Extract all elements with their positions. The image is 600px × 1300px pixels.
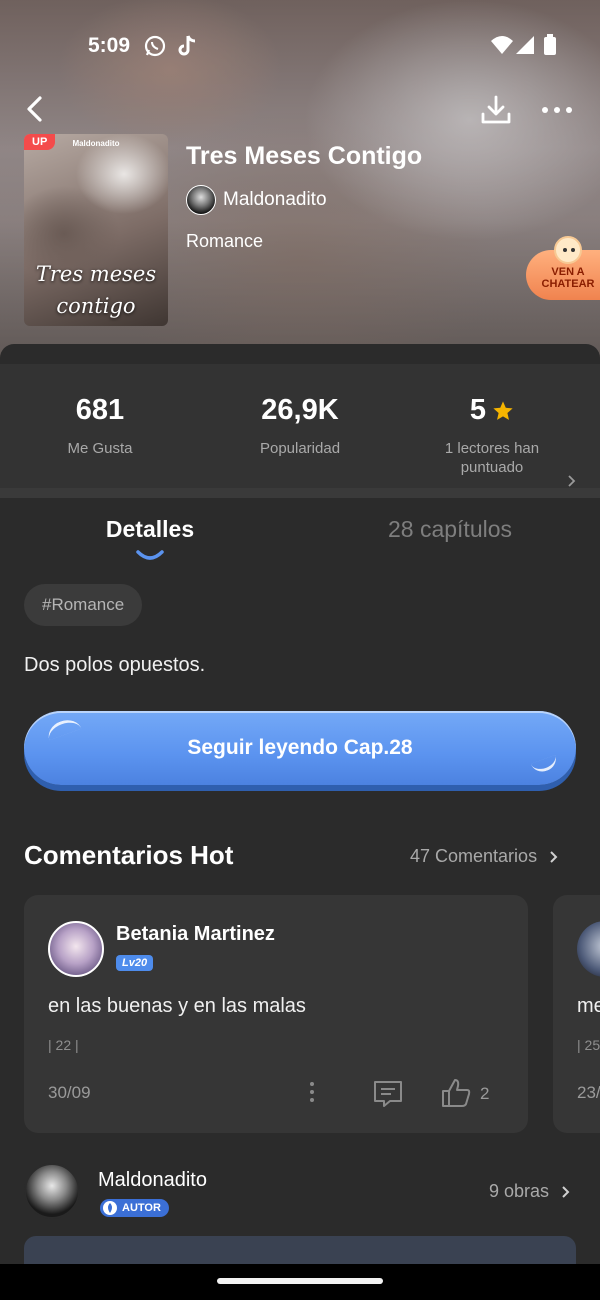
button-gloss <box>530 754 560 776</box>
tab-details[interactable]: Detalles <box>0 516 300 543</box>
status-bar: 5:09 <box>0 30 600 64</box>
status-time: 5:09 <box>88 34 131 57</box>
chat-promo-button[interactable]: VEN A CHATEAR <box>526 236 600 300</box>
home-indicator[interactable] <box>217 1278 383 1284</box>
comment-chapter: | 25 <box>577 1037 600 1053</box>
more-vertical-icon[interactable] <box>308 1081 316 1103</box>
comments-count: 47 Comentarios <box>410 846 538 866</box>
stat-likes-label: Me Gusta <box>67 440 133 457</box>
author-works-count: 9 obras <box>489 1181 550 1201</box>
chat-promo-label: VEN A CHATEAR <box>541 266 595 290</box>
book-cover[interactable]: UP Maldonadito Tres meses contigo <box>24 134 168 326</box>
section-divider <box>0 488 600 498</box>
star-icon <box>493 400 513 420</box>
chat-mascot-icon <box>554 236 582 264</box>
author-works-link[interactable]: 9 obras <box>489 1181 571 1202</box>
hot-comments-title: Comentarios Hot <box>24 840 234 870</box>
all-comments-link[interactable]: 47 Comentarios <box>410 846 559 867</box>
book-title: Tres Meses Contigo <box>186 142 423 170</box>
author-name: Maldonadito <box>223 189 327 210</box>
stat-likes-value: 681 <box>75 394 125 426</box>
continue-reading-label: Seguir leyendo Cap.28 <box>187 736 413 759</box>
cover-author: Maldonadito <box>72 139 120 148</box>
like-icon[interactable] <box>440 1077 472 1109</box>
comment-text: me <box>577 995 600 1017</box>
author-avatar[interactable] <box>24 1163 80 1219</box>
comment-text: en las buenas y en las malas <box>48 995 306 1017</box>
stat-popularity-value: 26,9K <box>261 394 339 426</box>
comment-date: 23/ <box>577 1083 600 1102</box>
commenter-avatar[interactable] <box>577 921 600 977</box>
stat-likes: 681 Me Gusta <box>0 394 200 458</box>
author-avatar <box>186 185 216 215</box>
chevron-right-icon <box>550 850 558 863</box>
stat-rating-value: 5 <box>469 394 487 426</box>
stat-rating[interactable]: 5 1 lectores han puntuado <box>392 394 592 477</box>
comment-date: 30/09 <box>48 1083 91 1102</box>
signal-icon <box>515 34 535 61</box>
stats-bar: 681 Me Gusta 26,9K Popularidad 5 1 lecto… <box>0 364 600 488</box>
author-badge: AUTOR <box>100 1199 169 1217</box>
comment-chapter: | 22 | <box>48 1037 79 1053</box>
back-arrow-icon[interactable] <box>22 92 52 126</box>
whatsapp-icon <box>143 34 167 63</box>
battery-icon <box>543 34 557 61</box>
like-count: 2 <box>480 1084 490 1103</box>
button-gloss <box>44 715 82 741</box>
more-dots-icon[interactable] <box>540 100 574 120</box>
comment-card[interactable]: Betania Martinez Lv20 en las buenas y en… <box>24 895 528 1133</box>
continue-reading-button[interactable]: Seguir leyendo Cap.28 <box>24 711 576 785</box>
book-genre[interactable]: Romance <box>186 231 263 252</box>
author-link[interactable]: Maldonadito <box>186 185 327 215</box>
details-panel: 681 Me Gusta 26,9K Popularidad 5 1 lecto… <box>0 344 600 1264</box>
chevron-right-icon <box>562 1185 570 1198</box>
commenter-avatar[interactable] <box>48 921 104 977</box>
genre-tag[interactable]: #Romance <box>24 584 143 626</box>
author-row[interactable]: Maldonadito AUTOR 9 obras <box>0 1159 600 1229</box>
detail-tabs: Detalles 28 capítulos <box>0 502 600 562</box>
pen-icon <box>103 1201 117 1215</box>
stat-popularity-label: Popularidad <box>259 440 341 457</box>
cover-title: Tres meses contigo <box>35 262 157 318</box>
comment-card[interactable]: me | 25 23/ <box>553 895 600 1133</box>
level-badge: Lv20 <box>116 955 154 971</box>
commenter-name[interactable]: Betania Martinez <box>116 923 275 946</box>
synopsis-text: Dos polos opuestos. <box>24 654 206 676</box>
download-icon[interactable] <box>480 94 512 126</box>
tab-indicator <box>136 550 164 560</box>
chevron-right-icon[interactable] <box>566 474 576 488</box>
tiktok-icon <box>177 34 199 63</box>
system-nav-bar <box>0 1264 600 1300</box>
author-name: Maldonadito <box>98 1169 207 1191</box>
promo-card[interactable] <box>24 1236 576 1264</box>
tab-chapters[interactable]: 28 capítulos <box>300 516 600 543</box>
author-badge-label: AUTOR <box>122 1202 161 1214</box>
stat-popularity: 26,9K Popularidad <box>200 394 400 458</box>
stat-rating-label: 1 lectores han puntuado <box>444 440 540 476</box>
reply-icon[interactable] <box>372 1079 404 1109</box>
wifi-icon <box>490 34 514 61</box>
